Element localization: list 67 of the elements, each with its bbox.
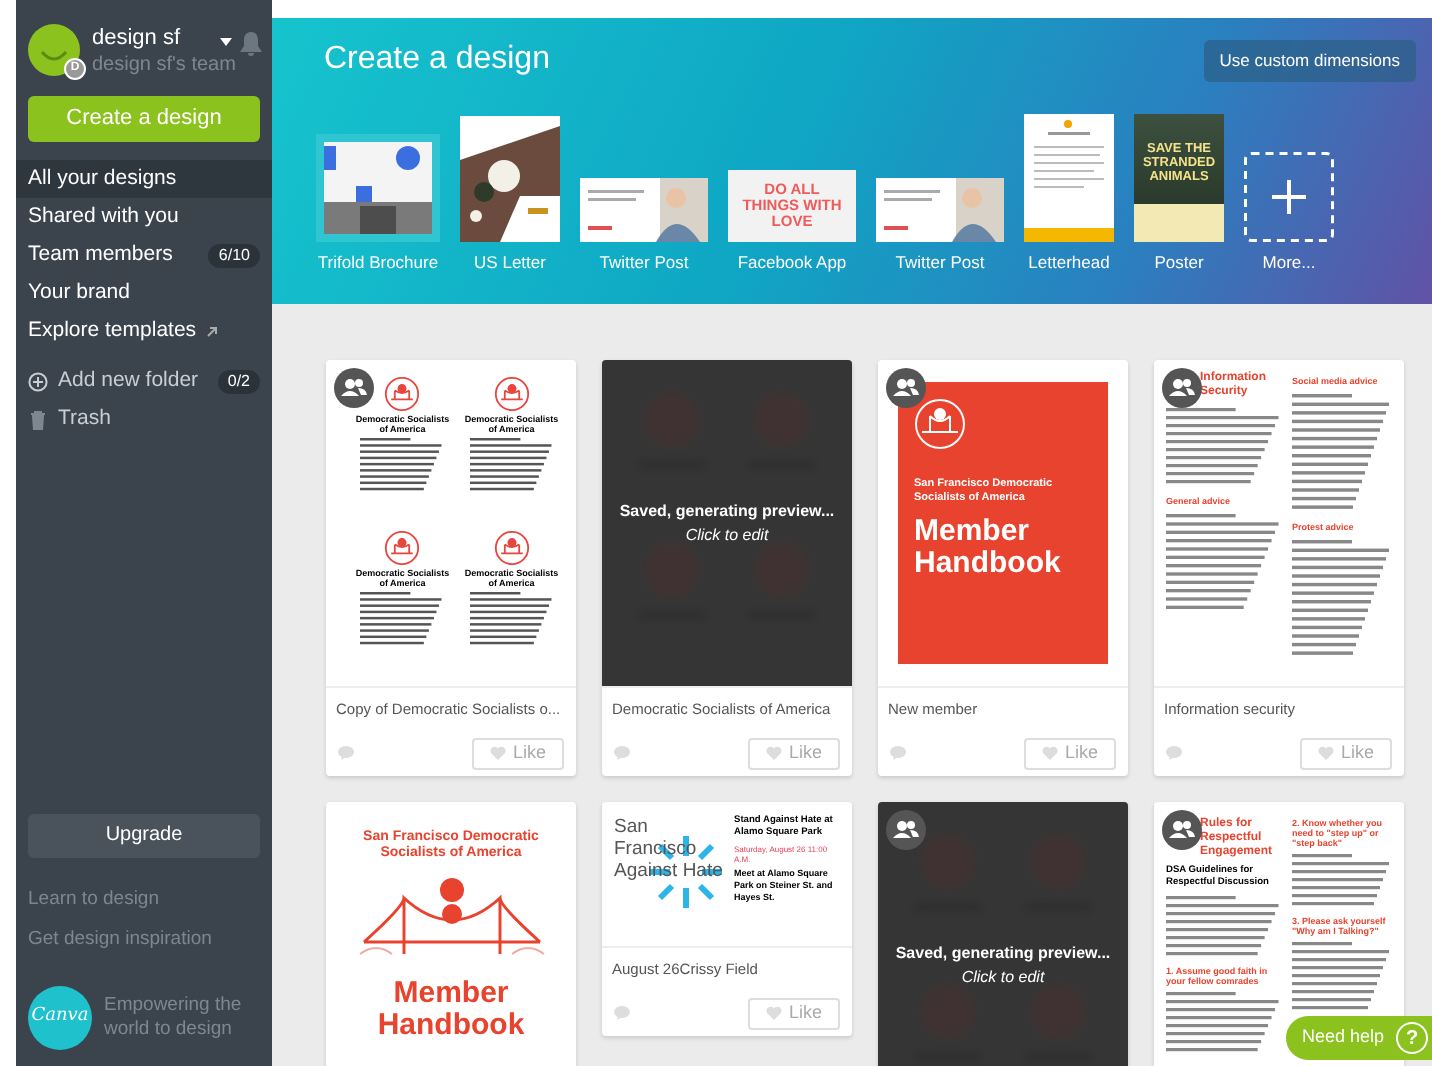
comment-icon — [338, 746, 354, 760]
count-badge: 6/10 — [208, 243, 260, 267]
nav-item[interactable]: All your designs — [16, 160, 272, 198]
upgrade-button[interactable]: Upgrade — [28, 813, 260, 857]
template-label: Facebook App — [737, 250, 847, 276]
body-text-drawing — [360, 591, 445, 647]
comment-icon — [1166, 746, 1182, 760]
preview-status: Saved, generating preview... — [895, 941, 1111, 965]
comment-icon — [614, 746, 630, 760]
bridge-logo-icon — [914, 398, 966, 450]
body-text-drawing — [469, 591, 554, 647]
template-label: Poster — [1154, 250, 1204, 276]
logo-icon — [493, 376, 530, 412]
logo-icon — [493, 529, 530, 565]
folder-item[interactable]: Trash — [16, 400, 272, 438]
cover-title: Member Handbook — [375, 978, 527, 1042]
body-text-drawing — [1166, 408, 1282, 488]
design-card[interactable]: Saved, generating preview... Click to edit — [878, 802, 1128, 1066]
template-label: Twitter Post — [599, 250, 689, 276]
body-text-drawing — [1166, 513, 1282, 614]
trash-icon — [28, 409, 48, 429]
nav-item[interactable]: Team members 6/10 — [16, 236, 272, 274]
body-text-drawing — [360, 438, 445, 494]
caret-icon — [220, 38, 232, 46]
heart-icon — [1042, 746, 1059, 760]
template-label: Letterhead — [1028, 250, 1110, 276]
body-text-drawing — [1166, 992, 1282, 1056]
template-label: US Letter — [474, 250, 546, 276]
nav-item[interactable]: Your brand — [16, 274, 272, 312]
body-text-drawing — [1292, 942, 1392, 1014]
preview-status: Saved, generating preview... — [619, 499, 835, 523]
count-badge: 0/2 — [217, 369, 260, 393]
logo: Canva — [28, 986, 92, 1050]
comment-icon — [614, 1006, 630, 1020]
template-label: Twitter Post — [895, 250, 985, 276]
nav-item[interactable]: Shared with you — [16, 198, 272, 236]
heart-icon — [766, 746, 783, 760]
user-name: design sf — [92, 24, 181, 52]
custom-dimensions-button[interactable]: Use custom dimensions — [1203, 39, 1416, 81]
body-text-drawing — [1292, 854, 1392, 910]
template-label: More... — [1262, 250, 1316, 276]
edit-hint[interactable]: Click to edit — [961, 965, 1045, 989]
banner-title: Create a design — [324, 40, 550, 80]
nav-item[interactable]: Explore templates — [16, 312, 272, 350]
heart-icon — [1318, 746, 1335, 760]
body-text-drawing — [1292, 393, 1392, 514]
logo-icon — [384, 529, 421, 565]
tagline: Empowering the world to design — [104, 994, 244, 1042]
add-icon — [1244, 152, 1334, 242]
logo-icon — [384, 376, 421, 412]
folder-item[interactable]: Add new folder 0/2 — [16, 362, 272, 400]
cover-title: Member Handbook — [914, 516, 1063, 580]
add-folder-icon — [28, 371, 48, 391]
heart-icon — [766, 1006, 783, 1020]
body-text-drawing — [469, 438, 554, 494]
bell-icon — [240, 32, 262, 56]
heart-icon — [490, 746, 507, 760]
team-name: design sf's team — [92, 52, 236, 80]
body-text-drawing — [1166, 896, 1282, 960]
avatar-icon — [28, 24, 80, 76]
comment-icon — [890, 746, 906, 760]
edit-hint[interactable]: Click to edit — [685, 523, 769, 547]
help-icon: ? — [1396, 1022, 1428, 1054]
template-label: Trifold Brochure — [317, 250, 439, 276]
body-text-drawing — [1292, 539, 1392, 659]
letterhead-drawing — [1024, 114, 1114, 242]
design-card[interactable] — [1154, 802, 1404, 1066]
